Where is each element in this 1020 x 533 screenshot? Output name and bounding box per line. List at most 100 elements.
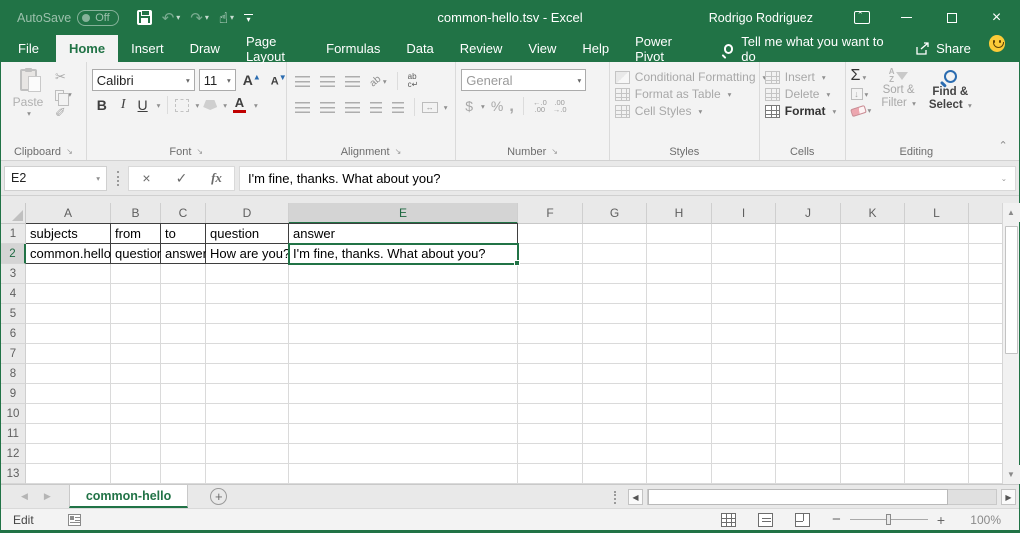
customize-qat-button[interactable]: ▾: [240, 10, 257, 26]
cell-C7[interactable]: [161, 344, 206, 364]
cell-E13[interactable]: [289, 464, 518, 484]
cell-J13[interactable]: [776, 464, 841, 484]
cell-A10[interactable]: [26, 404, 111, 424]
column-header-C[interactable]: C: [161, 203, 206, 224]
row-header-6[interactable]: 6: [1, 324, 26, 344]
cell-H9[interactable]: [647, 384, 712, 404]
cell-partial-13[interactable]: [969, 464, 1004, 484]
cell-K13[interactable]: [841, 464, 905, 484]
cell-L6[interactable]: [905, 324, 969, 344]
scroll-right-icon[interactable]: ▶: [1001, 489, 1016, 505]
cell-C13[interactable]: [161, 464, 206, 484]
cell-I5[interactable]: [712, 304, 776, 324]
zoom-slider[interactable]: [850, 519, 928, 520]
cell-I4[interactable]: [712, 284, 776, 304]
cell-partial-11[interactable]: [969, 424, 1004, 444]
cell-K1[interactable]: [841, 224, 905, 244]
cell-B5[interactable]: [111, 304, 161, 324]
cell-L4[interactable]: [905, 284, 969, 304]
cell-E10[interactable]: [289, 404, 518, 424]
cell-partial-2[interactable]: [969, 244, 1004, 264]
name-box[interactable]: E2▾: [4, 166, 107, 191]
cell-partial-12[interactable]: [969, 444, 1004, 464]
clear-button[interactable]: ▾: [851, 104, 872, 117]
column-header-I[interactable]: I: [712, 203, 776, 224]
ribbon-tab-help[interactable]: Help: [569, 35, 622, 62]
cell-F3[interactable]: [518, 264, 583, 284]
column-header-H[interactable]: H: [647, 203, 712, 224]
ribbon-tab-power-pivot[interactable]: Power Pivot: [622, 35, 700, 62]
cell-A2[interactable]: common.hello: [26, 244, 111, 264]
cell-D10[interactable]: [206, 404, 289, 424]
cell-F2[interactable]: [518, 244, 583, 264]
collapse-ribbon-button[interactable]: ⌃: [987, 62, 1019, 160]
sort-filter-button[interactable]: AZ Sort &Filter ▾: [878, 66, 919, 143]
cell-K7[interactable]: [841, 344, 905, 364]
cell-B9[interactable]: [111, 384, 161, 404]
redo-button[interactable]: ↷▾: [186, 5, 213, 31]
cell-E7[interactable]: [289, 344, 518, 364]
underline-dropdown-icon[interactable]: ▾: [157, 101, 161, 110]
row-header-1[interactable]: 1: [1, 224, 26, 244]
cell-F13[interactable]: [518, 464, 583, 484]
cell-G4[interactable]: [583, 284, 647, 304]
copy-button[interactable]: ▾: [55, 88, 72, 102]
cell-G5[interactable]: [583, 304, 647, 324]
prev-sheet-icon[interactable]: ◀: [21, 491, 28, 502]
cell-L3[interactable]: [905, 264, 969, 284]
cell-F10[interactable]: [518, 404, 583, 424]
cell-E12[interactable]: [289, 444, 518, 464]
cell-partial-8[interactable]: [969, 364, 1004, 384]
cell-G12[interactable]: [583, 444, 647, 464]
row-header-7[interactable]: 7: [1, 344, 26, 364]
cell-K12[interactable]: [841, 444, 905, 464]
cell-E8[interactable]: [289, 364, 518, 384]
formula-bar-expand-icon[interactable]: ⌄: [1001, 174, 1007, 183]
row-header-2[interactable]: 2: [1, 244, 26, 264]
format-cells-button[interactable]: Format▾: [765, 104, 836, 118]
cell-J2[interactable]: [776, 244, 841, 264]
cell-I2[interactable]: [712, 244, 776, 264]
cell-G9[interactable]: [583, 384, 647, 404]
cell-F11[interactable]: [518, 424, 583, 444]
cell-H5[interactable]: [647, 304, 712, 324]
cell-B1[interactable]: from: [111, 223, 161, 244]
align-left-button[interactable]: [292, 100, 313, 115]
cell-K4[interactable]: [841, 284, 905, 304]
align-right-button[interactable]: [342, 100, 363, 115]
undo-dropdown-icon[interactable]: ▾: [176, 13, 180, 22]
ribbon-tab-insert[interactable]: Insert: [118, 35, 177, 62]
row-header-13[interactable]: 13: [1, 464, 26, 484]
format-painter-button[interactable]: ✐: [55, 106, 72, 120]
vertical-scroll-thumb[interactable]: [1005, 226, 1018, 354]
number-dialog-launcher[interactable]: ↘: [551, 147, 558, 156]
cell-A8[interactable]: [26, 364, 111, 384]
cell-partial-7[interactable]: [969, 344, 1004, 364]
autosum-button[interactable]: Σ▾: [851, 68, 872, 84]
font-dialog-launcher[interactable]: ↘: [196, 147, 203, 156]
font-name-combo[interactable]: Calibri▾: [92, 69, 195, 91]
cell-J4[interactable]: [776, 284, 841, 304]
cell-G3[interactable]: [583, 264, 647, 284]
close-button[interactable]: ×: [974, 0, 1019, 35]
cell-D11[interactable]: [206, 424, 289, 444]
cell-E3[interactable]: [289, 264, 518, 284]
new-sheet-button[interactable]: +: [210, 488, 227, 505]
name-box-dropdown-icon[interactable]: ▾: [96, 174, 100, 183]
cell-B10[interactable]: [111, 404, 161, 424]
cell-C8[interactable]: [161, 364, 206, 384]
cell-I3[interactable]: [712, 264, 776, 284]
column-header-G[interactable]: G: [583, 203, 647, 224]
cell-I1[interactable]: [712, 224, 776, 244]
cell-D2[interactable]: How are you?: [206, 244, 289, 264]
minimize-button[interactable]: [884, 0, 929, 35]
row-header-4[interactable]: 4: [1, 284, 26, 304]
cell-H3[interactable]: [647, 264, 712, 284]
cell-E9[interactable]: [289, 384, 518, 404]
cancel-entry-button[interactable]: ×: [129, 170, 164, 186]
cell-D8[interactable]: [206, 364, 289, 384]
cell-D1[interactable]: question: [206, 223, 289, 244]
cell-L11[interactable]: [905, 424, 969, 444]
cell-J3[interactable]: [776, 264, 841, 284]
cell-C3[interactable]: [161, 264, 206, 284]
